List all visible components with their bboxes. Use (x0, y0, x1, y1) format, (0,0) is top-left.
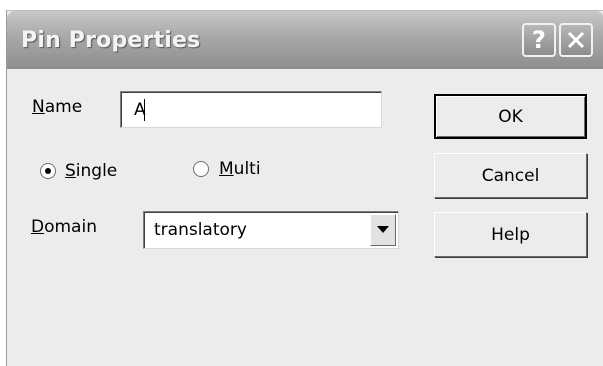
help-button[interactable]: Help (434, 212, 587, 257)
title-help-button[interactable]: ? (522, 23, 556, 57)
close-icon (567, 31, 585, 49)
pin-properties-dialog: Pin Properties ? Name Single Multi Domai… (6, 10, 603, 366)
radio-multi[interactable] (193, 161, 209, 177)
title-bar[interactable]: Pin Properties ? (7, 11, 603, 69)
help-icon: ? (532, 26, 546, 54)
domain-select-value: translatory (154, 220, 247, 240)
cancel-button[interactable]: Cancel (434, 153, 587, 198)
ok-button[interactable]: OK (434, 94, 587, 139)
chevron-down-icon (377, 226, 389, 233)
dialog-title: Pin Properties (21, 28, 201, 53)
radio-multi-label[interactable]: Multi (219, 159, 261, 179)
radio-multi-mnemonic: M (219, 159, 234, 179)
radio-single[interactable] (40, 163, 56, 179)
radio-single-rest: ingle (75, 161, 118, 181)
domain-label-mnemonic: D (31, 217, 45, 237)
title-close-button[interactable] (559, 23, 593, 57)
name-input[interactable] (120, 91, 382, 128)
name-label: Name (32, 97, 82, 117)
radio-multi-rest: ulti (233, 159, 261, 179)
radio-single-label[interactable]: Single (65, 161, 117, 181)
domain-label-rest: omain (44, 217, 97, 237)
name-label-rest: ame (44, 97, 83, 117)
text-caret (144, 99, 145, 121)
domain-select[interactable]: translatory (143, 211, 399, 249)
domain-label: Domain (31, 217, 97, 237)
radio-single-mnemonic: S (65, 161, 76, 181)
domain-dropdown-button[interactable] (370, 214, 396, 246)
name-label-mnemonic: N (32, 97, 45, 117)
